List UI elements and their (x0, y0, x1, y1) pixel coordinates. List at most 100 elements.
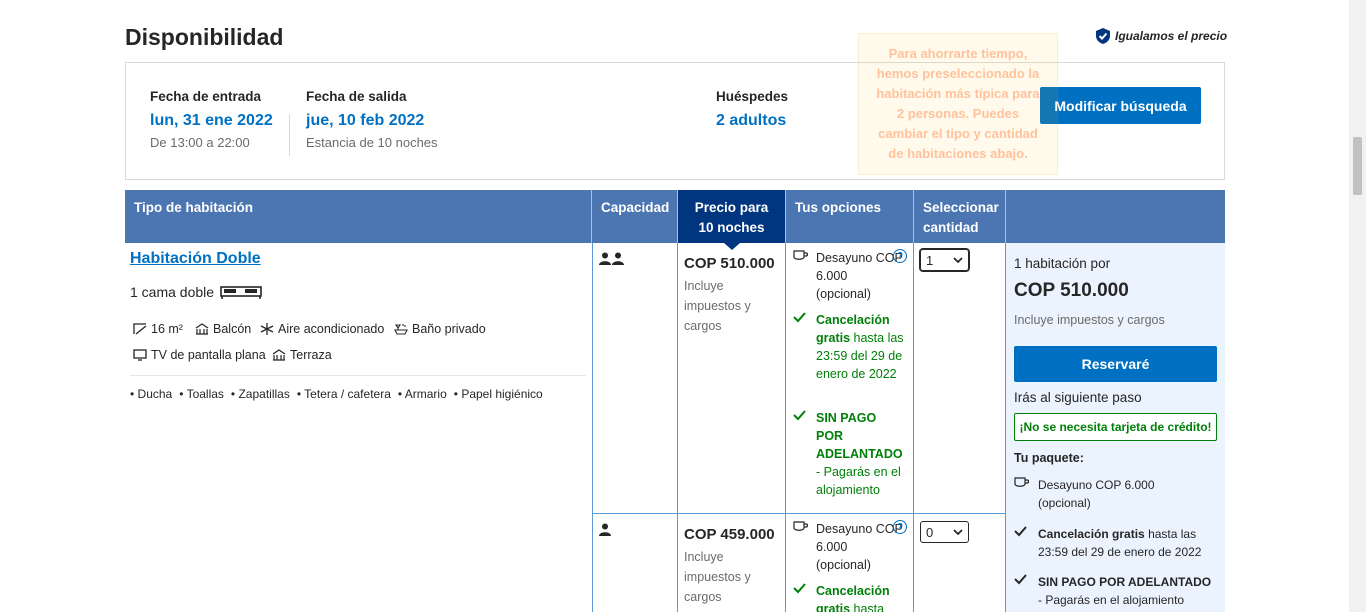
header-summary (1006, 190, 1225, 243)
page-title: Disponibilidad (125, 24, 284, 50)
header-options: Tus opciones (786, 190, 914, 243)
package-title: Tu paquete: (1014, 451, 1084, 465)
package-breakfast: Desayuno COP 6.000 (opcional) (1014, 476, 1194, 512)
package-text-bold: SIN PAGO POR ADELANTADO (1038, 575, 1212, 589)
chevron-down-icon (953, 529, 963, 535)
option-breakfast: Desayuno COP 6.000 (opcional) (793, 520, 905, 574)
column-border (677, 243, 678, 612)
no-credit-card-badge: ¡No se necesita tarjeta de crédito! (1014, 413, 1217, 441)
amenity-item: Tetera / cafetera (297, 387, 391, 401)
two-persons-icon (599, 252, 624, 265)
price-match-link[interactable]: Igualamos el precio (1095, 28, 1227, 44)
checkmark-icon (793, 410, 806, 421)
price-match-label: Igualamos el precio (1115, 29, 1228, 43)
header-price: Precio para 10 noches (678, 190, 786, 250)
package-text: - Pagarás en el alojamiento (1038, 593, 1185, 607)
summary-price: COP 510.000 (1014, 280, 1129, 301)
checkin-label: Fecha de entrada (150, 89, 262, 104)
summary-price-note: Incluye impuestos y cargos (1014, 313, 1165, 327)
help-icon[interactable]: ? (893, 520, 907, 534)
facility-terrace: Terraza (272, 348, 332, 362)
option-text: Desayuno COP 6.000 (opcional) (816, 522, 903, 572)
modify-search-button[interactable]: Modificar búsqueda (1040, 87, 1201, 124)
quantity-value: 0 (926, 524, 934, 540)
amenities-list: Ducha Toallas Zapatillas Tetera / cafete… (130, 387, 543, 401)
checkmark-icon (1014, 574, 1027, 585)
option-breakfast: Desayuno COP 6.000 (opcional) (793, 249, 905, 303)
row-price-note: Incluye impuestos y cargos (684, 279, 751, 333)
amenity-item: Armario (398, 387, 447, 401)
option-text: - Pagarás en el alojamiento (816, 465, 901, 497)
column-border (592, 243, 593, 612)
package-cancellation: Cancelación gratis hasta las 23:59 del 2… (1014, 525, 1219, 561)
guests-block: Huéspedes 2 adultos (716, 89, 788, 130)
checkout-date[interactable]: jue, 10 feb 2022 (306, 112, 438, 130)
guests-value[interactable]: 2 adultos (716, 112, 788, 130)
checkmark-icon (793, 583, 806, 594)
coffee-cup-icon (793, 521, 809, 531)
header-room-type: Tipo de habitación (125, 190, 592, 243)
option-cancellation: Cancelación gratis hasta las 23:59 del 2… (793, 311, 905, 383)
column-border (913, 243, 914, 612)
size-icon (133, 323, 147, 335)
option-no-prepayment: SIN PAGO POR ADELANTADO - Pagarás en el a… (793, 409, 905, 499)
summary-rooms-for: 1 habitación por (1014, 256, 1111, 271)
snowflake-icon (260, 323, 274, 335)
checkin-date[interactable]: lun, 31 ene 2022 (150, 112, 273, 130)
facility-tv: TV de pantalla plana (133, 348, 266, 362)
facility-label: Baño privado (412, 322, 486, 336)
quantity-select[interactable]: 0 (920, 521, 969, 543)
bath-icon (394, 324, 408, 335)
amenity-item: Zapatillas (231, 387, 289, 401)
facility-label: Balcón (213, 322, 252, 336)
facility-bath: Baño privado (394, 322, 486, 336)
column-border (785, 243, 786, 612)
facility-label: Aire acondicionado (278, 322, 385, 336)
chevron-down-icon (953, 257, 963, 263)
bed-info: 1 cama doble (130, 284, 262, 300)
facility-balcony: Balcón (195, 322, 251, 336)
page: Disponibilidad Igualamos el precio Fecha… (0, 0, 1366, 612)
search-summary: Fecha de entrada lun, 31 ene 2022 De 13:… (125, 62, 1225, 180)
checkmark-icon (793, 312, 806, 323)
reserve-button[interactable]: Reservaré (1014, 346, 1217, 382)
row-divider (592, 513, 1006, 514)
checkout-block: Fecha de salida jue, 10 feb 2022 Estanci… (306, 89, 438, 150)
shield-check-icon (1096, 28, 1110, 44)
coffee-cup-icon (1014, 477, 1030, 487)
help-icon[interactable]: ? (893, 249, 907, 263)
date-divider (289, 114, 290, 156)
quantity-select[interactable]: 1 (919, 248, 970, 272)
bed-icon (220, 286, 262, 299)
package-text: Desayuno COP 6.000 (opcional) (1038, 478, 1155, 510)
guests-label: Huéspedes (716, 89, 789, 104)
terrace-icon (272, 349, 286, 361)
one-person-icon (599, 523, 611, 536)
checkout-label: Fecha de salida (306, 89, 407, 104)
quantity-value: 1 (926, 252, 934, 268)
checkin-block: Fecha de entrada lun, 31 ene 2022 De 13:… (150, 89, 273, 150)
package-no-prepayment: SIN PAGO POR ADELANTADO - Pagarás en el a… (1014, 573, 1219, 609)
option-text-bold: SIN PAGO POR ADELANTADO (816, 411, 903, 461)
facility-label: 16 m² (151, 322, 183, 336)
amenity-item: Papel higiénico (454, 387, 542, 401)
bed-label: 1 cama doble (130, 284, 215, 300)
page-scrollbar[interactable] (1349, 0, 1366, 612)
package-text-bold: Cancelación gratis (1038, 527, 1145, 541)
option-cancellation: Cancelación gratis hasta (793, 582, 905, 612)
option-text: Desayuno COP 6.000 (opcional) (816, 251, 903, 301)
amenities-divider (130, 375, 586, 376)
next-step-note: Irás al siguiente paso (1014, 390, 1142, 405)
amenity-item: Toallas (179, 387, 224, 401)
amenity-item: Ducha (130, 387, 173, 401)
facility-size: 16 m² (133, 322, 183, 336)
coffee-cup-icon (793, 250, 809, 260)
row-price: COP 459.000 (684, 526, 775, 543)
checkmark-icon (1014, 526, 1027, 537)
facility-label: Terraza (290, 348, 332, 362)
row-price-note: Incluye impuestos y cargos (684, 550, 751, 604)
scrollbar-thumb[interactable] (1353, 137, 1362, 195)
header-quantity: Seleccionar cantidad (914, 190, 1006, 243)
room-name-link[interactable]: Habitación Doble (130, 250, 261, 268)
facility-label: TV de pantalla plana (151, 348, 266, 362)
